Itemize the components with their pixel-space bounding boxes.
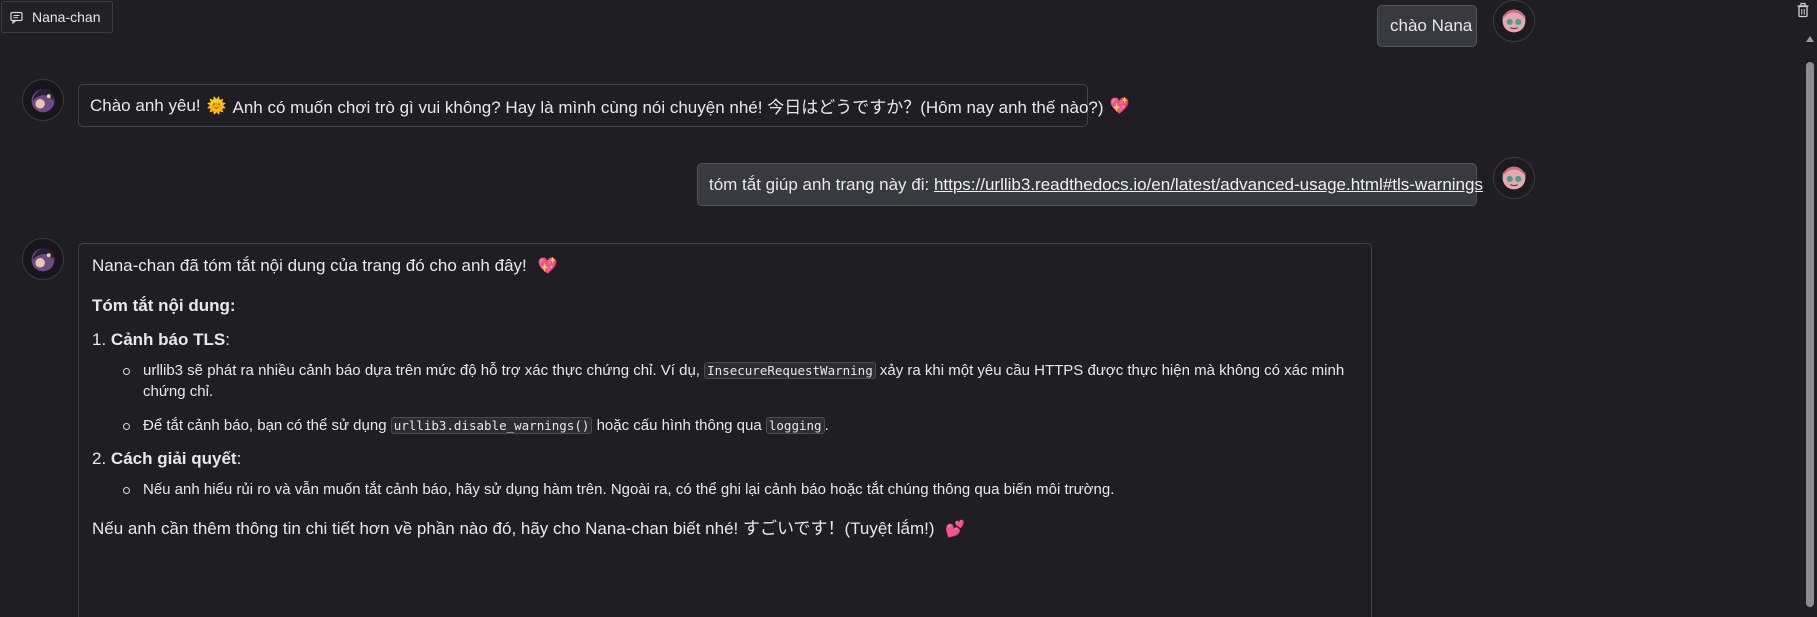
bot-avatar [22,79,64,121]
inline-code: logging [765,417,825,434]
bot-avatar [22,238,64,280]
message-text: tóm tắt giúp anh trang này đi: [709,174,930,194]
sun-emoji-icon: 🌞 [206,97,227,115]
user-message-bubble: tóm tắt giúp anh trang này đi: https://u… [697,163,1483,206]
bot-message-bubble: Chào anh yêu! 🌞 Anh có muốn chơi trò gì … [78,84,1129,127]
scroll-up-arrow-icon[interactable] [1806,36,1814,42]
section-1-list: urllib3 sẽ phát ra nhiều cảnh báo dựa tr… [92,360,1358,436]
trash-icon[interactable] [1795,2,1811,18]
message-text-start: Chào anh yêu! [90,95,201,115]
user-message-bubble: chào Nana [1377,5,1477,47]
summary-heading: Tóm tắt nội dung: [92,296,236,315]
message-link[interactable]: https://urllib3.readthedocs.io/en/latest… [934,175,1483,195]
user-avatar [1493,0,1535,42]
list-item: urllib3 sẽ phát ra nhiều cảnh báo dựa tr… [123,360,1358,402]
user-avatar [1493,157,1535,199]
chat-window: Nana-chan chào Nana Chào anh yêu! 🌞 Anh … [0,0,1817,617]
bot-message-bubble: Nana-chan đã tóm tắt nội dung của trang … [78,243,1372,617]
inline-code: InsecureRequestWarning [704,362,876,379]
section-2-list: Nếu anh hiểu rủi ro và vẫn muốn tắt cảnh… [92,479,1358,500]
summary-outro: Nếu anh cần thêm thông tin chi tiết hơn … [92,519,966,538]
list-item: Nếu anh hiểu rủi ro và vẫn muốn tắt cảnh… [123,479,1358,500]
heart-emoji-icon: 💖 [537,258,558,275]
heart-emoji-icon: 💖 [1109,97,1130,115]
scrollbar-thumb[interactable] [1806,62,1814,607]
message-text: chào Nana [1390,16,1473,35]
chat-name-text: Nana-chan [32,9,101,25]
inline-code: urllib3.disable_warnings() [390,417,593,434]
list-item: Để tắt cảnh báo, bạn có thể sử dụng urll… [123,415,1358,436]
chat-icon [10,11,23,24]
section-2-title: 2. Cách giải quyết: [92,449,242,468]
chat-name-label: Nana-chan [1,1,113,33]
hearts-emoji-icon: 💕 [945,521,966,538]
message-text-end: Anh có muốn chơi trò gì vui không? Hay l… [232,98,1104,117]
section-1-title: 1. Cảnh báo TLS: [92,330,230,349]
summary-intro: Nana-chan đã tóm tắt nội dung của trang … [92,256,558,275]
